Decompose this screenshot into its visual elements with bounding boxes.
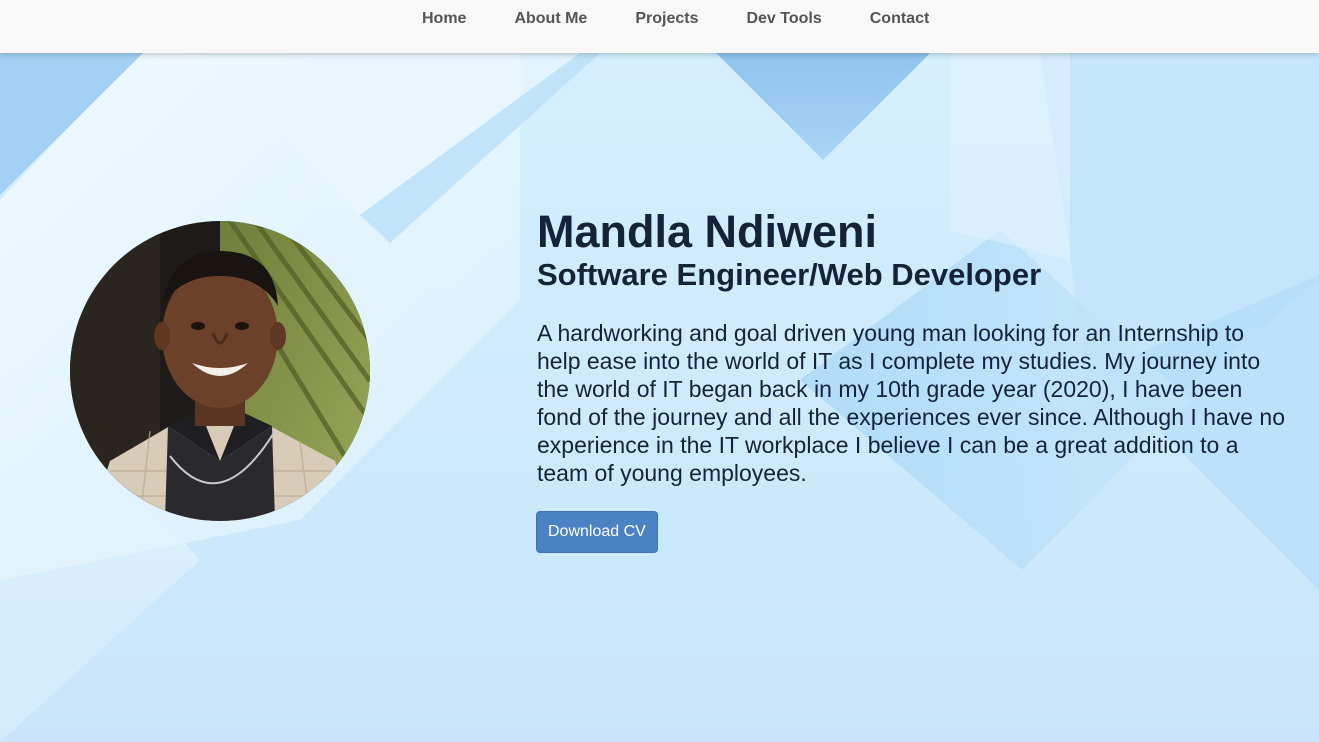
- nav-link-dev-tools[interactable]: Dev Tools: [722, 10, 845, 28]
- portfolio-page: Home About Me Projects Dev Tools Contact: [0, 0, 1319, 742]
- download-cv-button[interactable]: Download CV: [536, 511, 658, 553]
- profile-photo: [70, 221, 370, 521]
- nav-link-about-me[interactable]: About Me: [490, 10, 611, 28]
- profile-name: Mandla Ndiweni: [537, 206, 878, 257]
- nav-link-contact[interactable]: Contact: [846, 10, 954, 28]
- profile-role: Software Engineer/Web Developer: [537, 257, 1042, 292]
- nav-link-projects[interactable]: Projects: [611, 10, 722, 28]
- hero-section: Mandla Ndiweni Software Engineer/Web Dev…: [536, 206, 1297, 553]
- nav-list: Home About Me Projects Dev Tools Contact: [398, 10, 953, 28]
- profile-photo-illustration: [70, 221, 370, 521]
- profile-bio: A hardworking and goal driven young man …: [537, 320, 1286, 486]
- nav-link-home[interactable]: Home: [398, 10, 490, 28]
- top-navbar: Home About Me Projects Dev Tools Contact: [0, 0, 1319, 53]
